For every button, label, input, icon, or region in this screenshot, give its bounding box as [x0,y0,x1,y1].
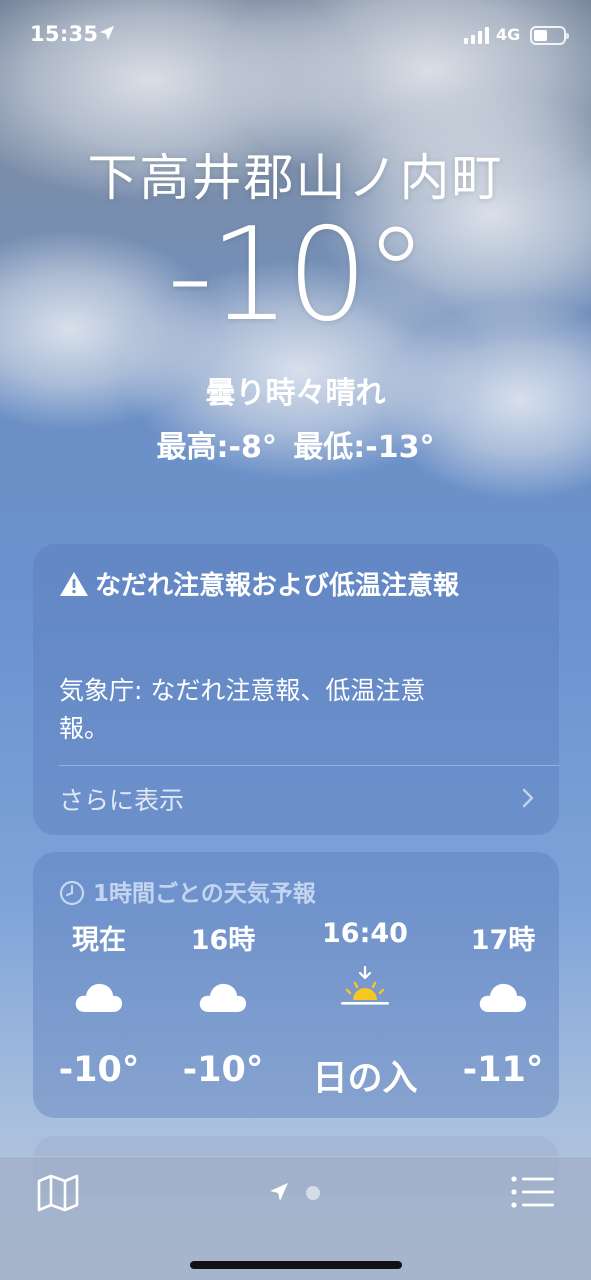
city-name: 下高井郡山ノ内町 [87,149,504,207]
warning-triangle-icon [60,572,88,596]
show-more-button[interactable]: さらに表示 [33,766,559,832]
network-type: 4G [496,25,521,44]
cellular-signal-icon [464,27,492,44]
hour-temperature: 日の入 [312,1059,418,1099]
sunset-icon [341,966,389,1005]
hour-item: 17時 -11° [433,918,573,1090]
hour-item: 16:40 日の入 [295,918,435,1101]
alert-title: なだれ注意報および低温注意報 [95,571,460,601]
bottom-toolbar [0,1156,591,1280]
alert-title-row: なだれ注意報および低温注意報 [59,566,529,606]
weather-alert-card[interactable]: なだれ注意報および低温注意報 気象庁: なだれ注意報、低温注意報。 さらに表示 [33,544,559,835]
high-low-temperature: 最高:-8° 最低:-13° [156,430,435,465]
hour-label: 16時 [190,925,256,956]
show-more-label: さらに表示 [59,786,185,815]
cloud-icon [199,983,247,1012]
cloud-icon [75,983,123,1012]
current-temperature: -10° [166,201,428,350]
hour-item: 16時 -10° [153,918,293,1090]
hour-label: 現在 [72,925,126,956]
hour-temperature: -10° [58,1050,140,1090]
clock-icon [59,880,85,906]
hour-item: 現在 -10° [29,918,169,1090]
chevron-right-icon [522,788,534,808]
location-arrow-icon[interactable] [268,1181,290,1203]
page-indicator-dot[interactable] [306,1186,320,1200]
battery-icon [530,26,569,45]
hour-label: 16:40 [322,918,408,949]
hourly-forecast-header: 1時間ごとの天気予報 [59,874,316,908]
alert-body: 気象庁: なだれ注意報、低温注意報。 [59,676,426,743]
cloud-icon [479,983,527,1012]
home-indicator [190,1261,402,1269]
hour-temperature: -10° [182,1050,264,1090]
hourly-header-label: 1時間ごとの天気予報 [93,881,316,907]
weather-condition: 曇り時々晴れ [205,376,386,411]
location-arrow-icon [99,25,115,41]
status-bar: 15:35 4G [0,0,591,70]
hourly-forecast-card[interactable]: 1時間ごとの天気予報 現在 -10° 16時 -10° 16:40 日の入 17… [33,852,559,1118]
hour-label: 17時 [470,925,536,956]
hour-temperature: -11° [462,1050,544,1090]
map-icon[interactable] [36,1173,80,1213]
list-icon[interactable] [510,1175,556,1209]
status-time: 15:35 [30,22,99,46]
